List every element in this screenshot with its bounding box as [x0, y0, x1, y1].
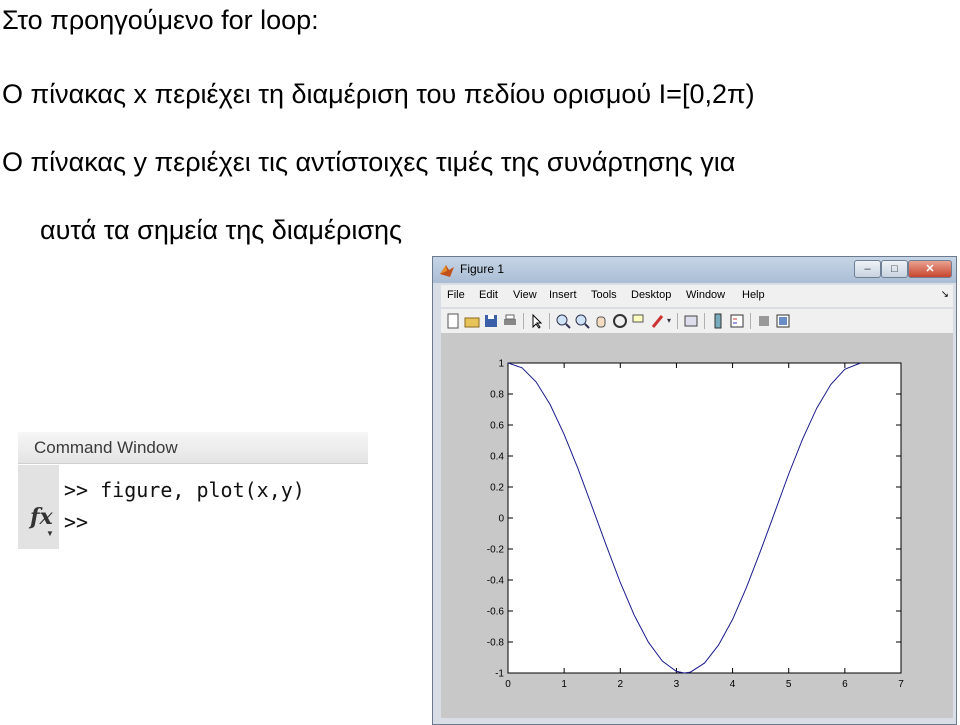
slide-text-x-array: O πίνακας x περιέχει τη διαμέριση του πε… — [2, 79, 755, 109]
menu-insert[interactable]: Insert — [549, 289, 577, 301]
y-tick-label: -0.2 — [487, 545, 505, 556]
menu-help[interactable]: Help — [742, 289, 765, 301]
edit-plot-icon[interactable] — [529, 313, 545, 329]
zoom-in-icon[interactable] — [555, 313, 571, 329]
slide-text-y-array-cont: αυτά τα σημεία της διαμέρισης — [40, 215, 403, 245]
show-plot-tools-icon[interactable] — [775, 313, 791, 329]
maximize-button[interactable]: □ — [881, 260, 908, 278]
y-tick-label: -1 — [495, 669, 504, 680]
y-tick-label: 0.4 — [490, 452, 504, 463]
pan-icon[interactable] — [593, 313, 609, 329]
menu-view[interactable]: View — [513, 289, 537, 301]
toolbar-separator — [704, 313, 705, 329]
zoom-out-icon[interactable] — [574, 313, 590, 329]
y-tick-label: 1 — [498, 359, 504, 370]
y-tick-label: 0.6 — [490, 421, 504, 432]
plot-area — [507, 362, 902, 674]
toolbar-separator — [750, 313, 751, 329]
menu-edit[interactable]: Edit — [479, 289, 498, 301]
function-browser-icon[interactable]: fx — [30, 504, 53, 530]
x-tick-label: 0 — [505, 679, 511, 690]
x-tick-label: 3 — [674, 679, 680, 690]
caret-down-icon: ▼ — [46, 529, 54, 538]
matlab-logo-icon — [440, 265, 454, 277]
close-button[interactable]: ✕ — [908, 260, 952, 278]
command-window[interactable]: Command Window fx ▼ >> figure, plot(x,y)… — [18, 432, 368, 549]
hide-plot-tools-icon[interactable] — [756, 313, 772, 329]
slide-heading: Στο προηγούμενο for loop: — [2, 5, 319, 35]
y-tick-label: -0.4 — [487, 576, 505, 587]
dock-arrow-icon[interactable]: ↘ — [941, 289, 949, 300]
command-prompt[interactable]: >> — [64, 510, 88, 534]
x-tick-label: 6 — [842, 679, 848, 690]
toolbar-separator — [677, 313, 678, 329]
minimize-button[interactable]: – — [854, 260, 881, 278]
slide-text-y-array: O πίνακας y περιέχει τις αντίστοιχες τιμ… — [2, 147, 736, 177]
figure-titlebar[interactable]: Figure 1 – □ ✕ — [433, 257, 956, 283]
toolbar-separator — [523, 313, 524, 329]
menu-tools[interactable]: Tools — [591, 289, 617, 301]
figure-canvas[interactable]: 0 1 2 3 4 5 6 7 1 0.8 0.6 0.4 0.2 0 -0.2 -0.4 -0.6 -0.8 -1 — [441, 333, 953, 718]
command-line: >> figure, plot(x,y) — [64, 478, 305, 502]
x-tick-label: 4 — [730, 679, 736, 690]
colorbar-icon[interactable] — [710, 313, 726, 329]
command-window-title: Command Window — [18, 432, 368, 464]
figure-menubar: File Edit View Insert Tools Desktop Wind… — [441, 285, 953, 307]
figure-title: Figure 1 — [460, 262, 505, 276]
y-tick-label: 0.8 — [490, 390, 504, 401]
x-tick-label: 7 — [898, 679, 904, 690]
plot-axes: 0 1 2 3 4 5 6 7 1 0.8 0.6 0.4 0.2 0 -0.2 -0.4 -0.6 -0.8 -1 — [487, 359, 904, 691]
menu-window[interactable]: Window — [686, 289, 725, 301]
figure-toolbar: ▾ — [441, 308, 953, 334]
toolbar-separator — [549, 313, 550, 329]
link-plot-icon[interactable] — [683, 313, 699, 329]
legend-icon[interactable] — [729, 313, 745, 329]
figure-window: Figure 1 – □ ✕ File Edit View Insert Too… — [432, 256, 957, 725]
y-tick-label: 0.2 — [490, 483, 504, 494]
new-figure-icon[interactable] — [445, 313, 461, 329]
brush-icon[interactable] — [650, 313, 666, 329]
x-tick-label: 5 — [786, 679, 792, 690]
menu-desktop[interactable]: Desktop — [631, 289, 671, 301]
y-tick-label: -0.8 — [487, 638, 505, 649]
brush-dropdown-icon[interactable]: ▾ — [665, 313, 673, 329]
data-cursor-icon[interactable] — [631, 313, 647, 329]
x-tick-label: 2 — [618, 679, 624, 690]
menu-file[interactable]: File — [447, 289, 465, 301]
y-tick-label: -0.6 — [487, 607, 505, 618]
save-icon[interactable] — [483, 313, 499, 329]
open-file-icon[interactable] — [464, 313, 480, 329]
x-tick-label: 1 — [561, 679, 567, 690]
print-icon[interactable] — [502, 313, 518, 329]
rotate-3d-icon[interactable] — [612, 313, 628, 329]
y-tick-label: 0 — [498, 514, 504, 525]
